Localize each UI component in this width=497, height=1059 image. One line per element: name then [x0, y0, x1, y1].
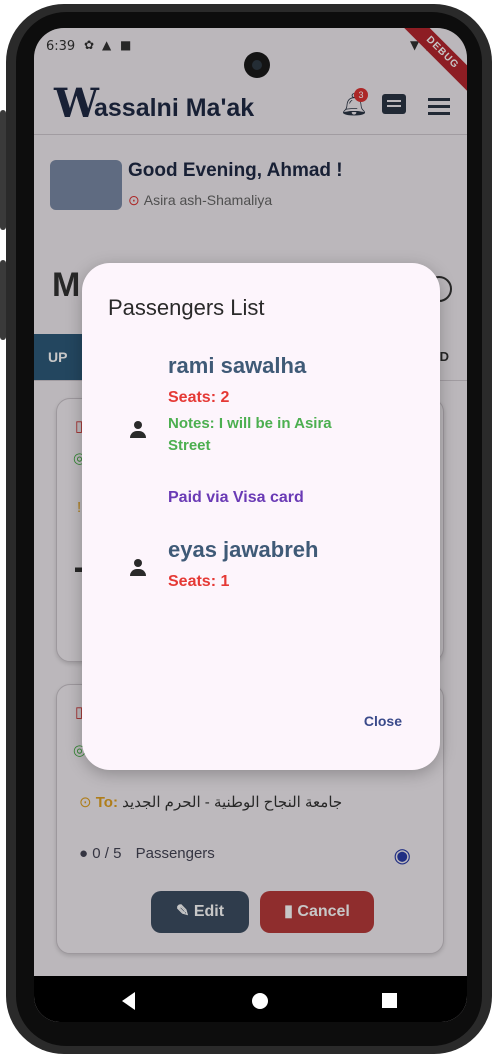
close-button[interactable]: Close	[364, 713, 402, 729]
passenger-seats: Seats: 1	[168, 573, 230, 590]
system-nav-bar	[34, 976, 467, 1022]
person-icon	[130, 559, 146, 577]
phone-side-button	[0, 260, 6, 340]
payment-status: Paid via Visa card	[168, 489, 304, 506]
passenger-name: eyas jawabreh	[168, 537, 319, 562]
passengers-dialog: Passengers List rami sawalha Seats: 2 No…	[82, 263, 440, 770]
passenger-name: rami sawalha	[168, 353, 307, 378]
back-icon[interactable]	[122, 992, 135, 1010]
dialog-title: Passengers List	[108, 295, 265, 320]
app-screen: 6:39 ✿ ▲ ■ ▼ ▲ DEBUG W assalni Ma'ak 🔔︎ …	[34, 28, 467, 1022]
person-icon	[130, 421, 146, 439]
home-icon[interactable]	[252, 993, 268, 1009]
passenger-seats: Seats: 2	[168, 389, 230, 406]
phone-side-button	[0, 110, 6, 230]
passenger-notes: Notes: I will be in Asira Street	[168, 415, 332, 454]
recents-icon[interactable]	[382, 993, 397, 1008]
